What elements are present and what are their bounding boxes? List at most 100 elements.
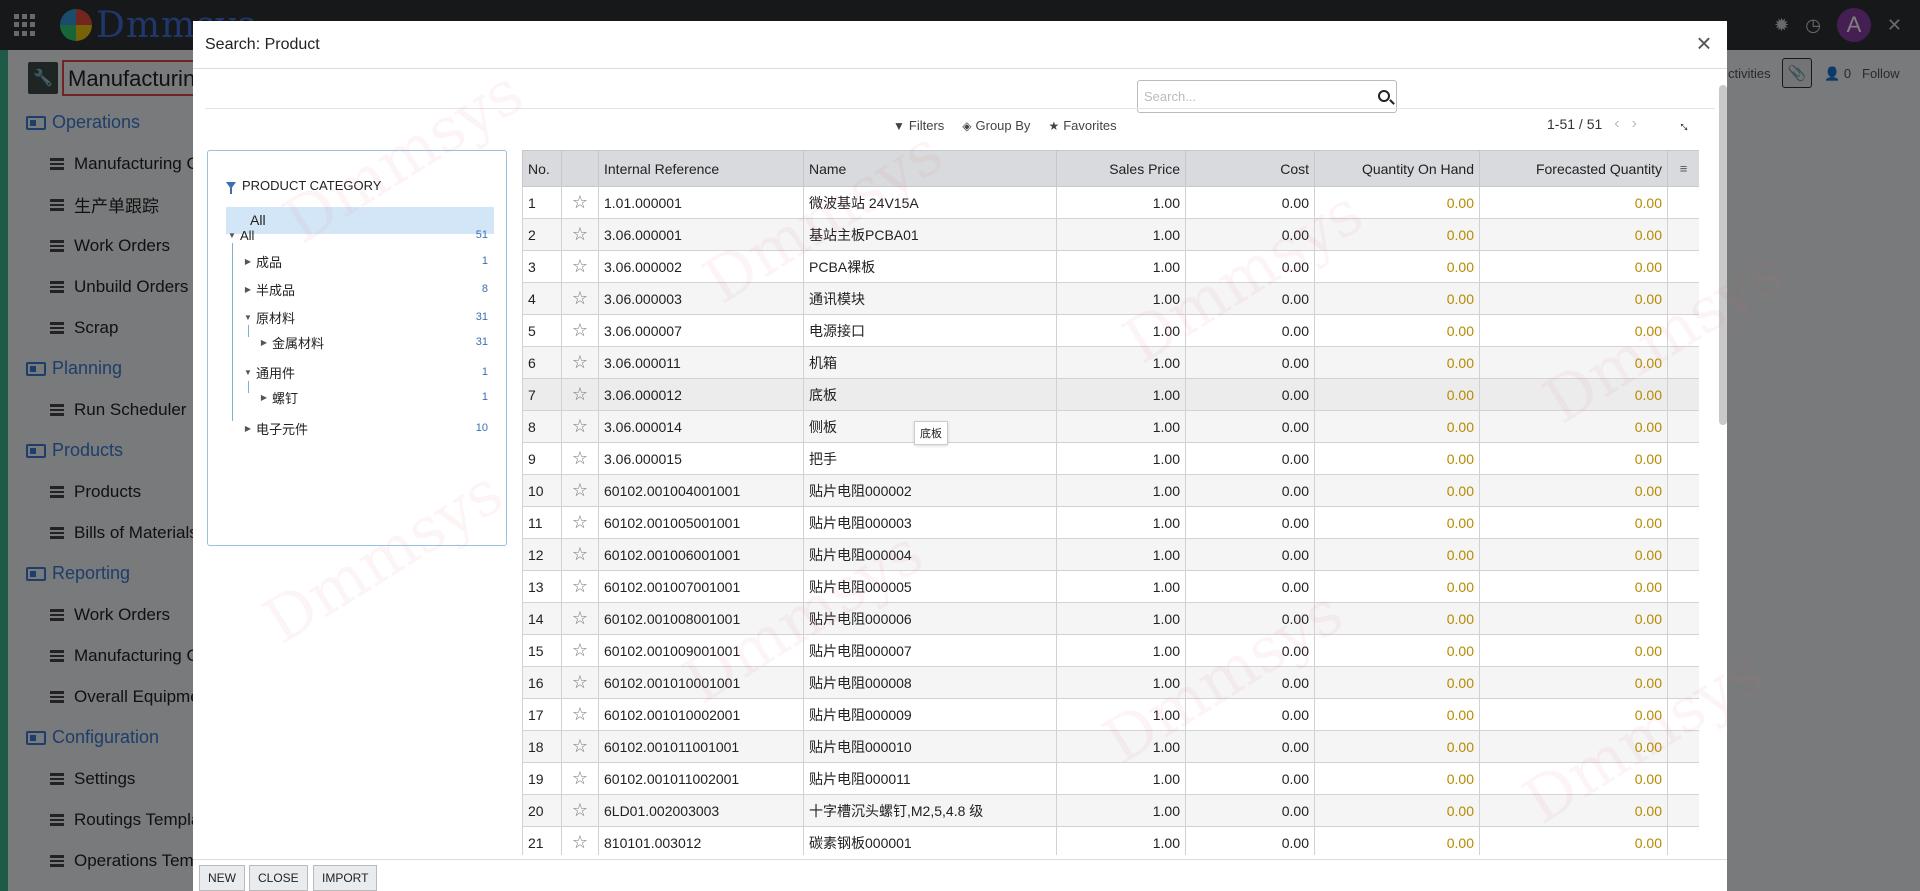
category-all-selected[interactable]: All — [226, 207, 494, 234]
category-node[interactable]: ▼ 通用件 — [240, 362, 295, 382]
table-row[interactable]: 6 ☆ 3.06.000011 机箱 1.00 0.00 0.00 0.00 — [522, 346, 1699, 379]
column-header[interactable]: Quantity On Hand — [1314, 150, 1480, 187]
caret-right-icon[interactable]: ▶ — [240, 257, 256, 266]
column-settings-icon[interactable]: ≡ — [1673, 162, 1694, 175]
caret-down-icon[interactable]: ▼ — [240, 368, 256, 377]
column-header[interactable]: Name — [803, 150, 1057, 187]
favorite-star-icon[interactable]: ☆ — [561, 762, 599, 795]
table-row[interactable]: 10 ☆ 60102.001004001001 贴片电阻000002 1.00 0.00 0… — [522, 474, 1699, 507]
column-header[interactable]: Internal Reference — [598, 150, 804, 187]
internal-reference: 60102.001008001001 — [598, 602, 804, 635]
caret-right-icon[interactable]: ▶ — [256, 338, 272, 347]
pager-value[interactable]: 1-51 / 51 — [1547, 116, 1602, 132]
favorite-star-icon[interactable]: ☆ — [561, 282, 599, 315]
category-node[interactable]: ▼ 原材料 — [240, 307, 295, 327]
category-node-label: 螺钉 — [272, 390, 299, 406]
name-tooltip: 底板 — [914, 421, 948, 445]
favorite-star-icon[interactable]: ☆ — [561, 826, 599, 855]
column-header[interactable]: Cost — [1185, 150, 1315, 187]
forecasted-quantity: 0.00 — [1479, 218, 1668, 251]
expand-icon[interactable]: ↔ — [1674, 114, 1697, 137]
table-row[interactable]: 4 ☆ 3.06.000003 通讯模块 1.00 0.00 0.00 0.00 — [522, 282, 1699, 315]
favorite-star-icon[interactable]: ☆ — [561, 346, 599, 379]
quantity-on-hand: 0.00 — [1314, 250, 1480, 283]
category-node[interactable]: ▼ All — [224, 225, 254, 245]
sales-price: 1.00 — [1056, 538, 1186, 571]
caret-right-icon[interactable]: ▶ — [240, 285, 256, 294]
favorite-star-icon[interactable]: ☆ — [561, 410, 599, 443]
cost: 0.00 — [1185, 282, 1315, 315]
favorites-button[interactable]: ★ Favorites — [1048, 118, 1116, 133]
column-header[interactable]: Forecasted Quantity — [1479, 150, 1668, 187]
table-row[interactable]: 11 ☆ 60102.001005001001 贴片电阻000003 1.00 0.00 0… — [522, 506, 1699, 539]
chevron-right-icon[interactable]: › — [1632, 115, 1637, 133]
table-row[interactable]: 16 ☆ 60102.001010001001 贴片电阻000008 1.00 0.00 0… — [522, 666, 1699, 699]
favorite-star-icon[interactable]: ☆ — [561, 218, 599, 251]
table-row[interactable]: 14 ☆ 60102.001008001001 贴片电阻000006 1.00 0.00 0… — [522, 602, 1699, 635]
favorite-star-icon[interactable]: ☆ — [561, 250, 599, 283]
new-button[interactable]: NEW — [199, 865, 245, 891]
forecasted-quantity: 0.00 — [1479, 730, 1668, 763]
search-input[interactable] — [1144, 89, 1364, 104]
favorite-star-icon[interactable]: ☆ — [561, 794, 599, 827]
caret-down-icon[interactable]: ▼ — [224, 231, 240, 240]
favorite-star-icon[interactable]: ☆ — [561, 538, 599, 571]
quantity-on-hand: 0.00 — [1314, 378, 1480, 411]
chevron-left-icon[interactable]: ‹ — [1614, 115, 1619, 133]
column-header[interactable]: No. — [522, 150, 562, 187]
table-row[interactable]: 9 ☆ 3.06.000015 把手 1.00 0.00 0.00 0.00 — [522, 442, 1699, 475]
table-row[interactable]: 19 ☆ 60102.001011002001 贴片电阻000011 1.00 0.00 0… — [522, 762, 1699, 795]
favorite-star-icon[interactable]: ☆ — [561, 634, 599, 667]
table-row[interactable]: 1 ☆ 1.01.000001 微波基站 24V15A 1.00 0.00 0.00 0.00 — [522, 186, 1699, 219]
close-icon[interactable]: × — [1691, 30, 1717, 57]
table-row[interactable]: 13 ☆ 60102.001007001001 贴片电阻000005 1.00 0.00 0… — [522, 570, 1699, 603]
close-button[interactable]: CLOSE — [249, 865, 308, 891]
caret-right-icon[interactable]: ▶ — [240, 424, 256, 433]
row-number: 3 — [522, 250, 562, 283]
table-row[interactable]: 20 ☆ 6LD01.002003003 十字槽沉头螺钉,M2,5,4.8 级 1.00… — [522, 794, 1699, 827]
table-row[interactable]: 15 ☆ 60102.001009001001 贴片电阻000007 1.00 0.00 0… — [522, 634, 1699, 667]
category-node[interactable]: ▶ 电子元件 — [240, 418, 308, 438]
import-button[interactable]: IMPORT — [313, 865, 378, 891]
favorite-star-icon[interactable]: ☆ — [561, 570, 599, 603]
favorite-star-icon[interactable]: ☆ — [561, 666, 599, 699]
favorite-star-icon[interactable]: ☆ — [561, 698, 599, 731]
table-row[interactable]: 12 ☆ 60102.001006001001 贴片电阻000004 1.00 0.00 0… — [522, 538, 1699, 571]
product-name: 贴片电阻000010 — [803, 730, 1057, 763]
favorite-star-icon[interactable]: ☆ — [561, 506, 599, 539]
column-settings[interactable]: ≡ — [1667, 150, 1699, 187]
favorite-star-icon[interactable]: ☆ — [561, 602, 599, 635]
quantity-on-hand: 0.00 — [1314, 794, 1480, 827]
filters-button[interactable]: ▼ Filters — [893, 118, 944, 133]
favorite-star-icon[interactable]: ☆ — [561, 474, 599, 507]
column-header[interactable] — [561, 150, 599, 187]
favorite-star-icon[interactable]: ☆ — [561, 442, 599, 475]
category-node[interactable]: ▶ 半成品 — [240, 279, 295, 299]
caret-right-icon[interactable]: ▶ — [256, 393, 272, 402]
category-node[interactable]: ▶ 螺钉 — [256, 387, 298, 407]
quantity-on-hand: 0.00 — [1314, 730, 1480, 763]
table-row[interactable]: 17 ☆ 60102.001010002001 贴片电阻000009 1.00 0.00 0… — [522, 698, 1699, 731]
favorite-star-icon[interactable]: ☆ — [561, 730, 599, 763]
category-node[interactable]: ▶ 金属材料 — [256, 332, 324, 352]
table-row[interactable]: 18 ☆ 60102.001011001001 贴片电阻000010 1.00 0.00 0… — [522, 730, 1699, 763]
search-icon[interactable] — [1378, 90, 1390, 102]
favorite-star-icon[interactable]: ☆ — [561, 314, 599, 347]
table-row[interactable]: 7 ☆ 3.06.000012 底板 1.00 0.00 0.00 0.00 — [522, 378, 1699, 411]
product-name: 把手 — [803, 442, 1057, 475]
table-row[interactable]: 5 ☆ 3.06.000007 电源接口 1.00 0.00 0.00 0.00 — [522, 314, 1699, 347]
category-node-count: 31 — [475, 311, 488, 323]
caret-down-icon[interactable]: ▼ — [240, 313, 256, 322]
category-node[interactable]: ▶ 成品 — [240, 251, 282, 271]
favorite-star-icon[interactable]: ☆ — [561, 186, 599, 219]
table-row[interactable]: 2 ☆ 3.06.000001 基站主板PCBA01 1.00 0.00 0.00 0.00 — [522, 218, 1699, 251]
funnel-icon — [226, 182, 236, 194]
dialog-scrollbar[interactable] — [1719, 85, 1727, 425]
favorite-star-icon[interactable]: ☆ — [561, 378, 599, 411]
table-row[interactable]: 3 ☆ 3.06.000002 PCBA裸板 1.00 0.00 0.00 0.00 — [522, 250, 1699, 283]
cost: 0.00 — [1185, 218, 1315, 251]
table-row[interactable]: 8 ☆ 3.06.000014 侧板 1.00 0.00 0.00 0.00 — [522, 410, 1699, 443]
group-by-button[interactable]: ◈ Group By — [962, 118, 1030, 133]
column-header[interactable]: Sales Price — [1056, 150, 1186, 187]
table-row[interactable]: 21 ☆ 810101.003012 碳素钢板000001 1.00 0.00 0.00 0.… — [522, 826, 1699, 855]
